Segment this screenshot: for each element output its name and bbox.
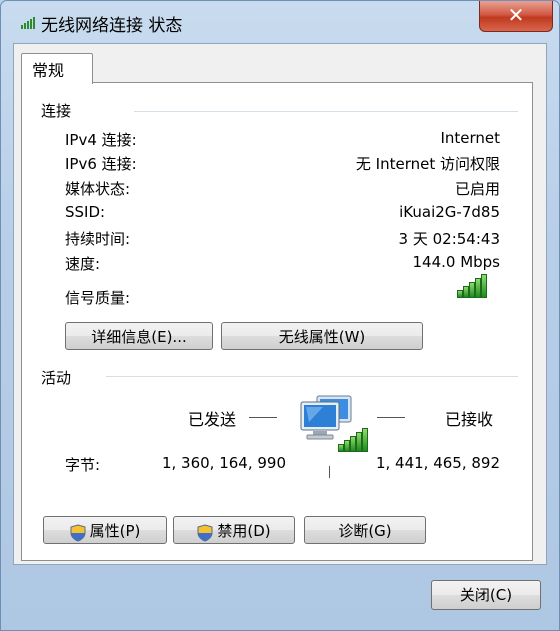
connection-heading: 连接 <box>41 102 72 120</box>
bytes-label: 字节: <box>65 456 101 474</box>
received-label: 已接收 <box>445 410 494 429</box>
general-panel: 连接 IPv4 连接: Internet IPv6 连接: 无 Internet… <box>21 82 533 561</box>
activity-heading: 活动 <box>41 369 72 387</box>
ipv6-label: IPv6 连接: <box>65 155 137 173</box>
activity-divider <box>106 376 518 377</box>
ssid-label: SSID: <box>65 203 106 221</box>
ipv4-value: Internet <box>440 129 500 147</box>
diagnose-button[interactable]: 诊断(G) <box>304 516 426 544</box>
bytes-received-value: 1, 441, 465, 892 <box>375 454 500 472</box>
close-button[interactable]: 关闭(C) <box>431 580 541 610</box>
properties-button[interactable]: 属性(P) <box>43 516 167 544</box>
signal-strength-icon <box>457 274 489 298</box>
close-window-button[interactable]: ✕ <box>479 1 553 32</box>
close-icon: ✕ <box>507 3 525 27</box>
uac-shield-icon <box>70 523 86 542</box>
wireless-signal-icon <box>21 17 35 29</box>
status-window: 无线网络连接 状态 ✕ 常规 连接 IPv4 连接: Internet IPv6… <box>0 0 560 631</box>
duration-value: 3 天 02:54:43 <box>398 230 500 248</box>
duration-label: 持续时间: <box>65 230 131 248</box>
ssid-value: iKuai2G-7d85 <box>399 203 500 221</box>
speed-label: 速度: <box>65 255 101 273</box>
title-bar[interactable]: 无线网络连接 状态 ✕ <box>1 1 559 43</box>
details-button[interactable]: 详细信息(E)... <box>65 322 213 350</box>
received-connector <box>377 417 405 418</box>
connection-divider <box>134 111 518 112</box>
media-state-label: 媒体状态: <box>65 180 131 198</box>
sent-label: 已发送 <box>188 410 237 429</box>
bytes-connector <box>329 466 330 478</box>
window-title: 无线网络连接 状态 <box>41 16 183 36</box>
disable-label: 禁用(D) <box>217 522 271 540</box>
network-signal-icon <box>338 428 370 452</box>
tab-general[interactable]: 常规 <box>21 53 93 84</box>
ipv6-value: 无 Internet 访问权限 <box>355 155 500 173</box>
uac-shield-icon <box>197 523 213 542</box>
properties-label: 属性(P) <box>89 522 141 540</box>
speed-value: 144.0 Mbps <box>412 253 500 271</box>
media-state-value: 已启用 <box>454 180 500 198</box>
sent-connector <box>249 417 277 418</box>
bytes-sent-value: 1, 360, 164, 990 <box>161 454 286 472</box>
disable-button[interactable]: 禁用(D) <box>173 516 295 544</box>
signal-quality-label: 信号质量: <box>65 289 131 307</box>
ipv4-label: IPv4 连接: <box>65 131 137 149</box>
wireless-properties-button[interactable]: 无线属性(W) <box>221 322 423 350</box>
tab-general-label: 常规 <box>32 61 65 80</box>
